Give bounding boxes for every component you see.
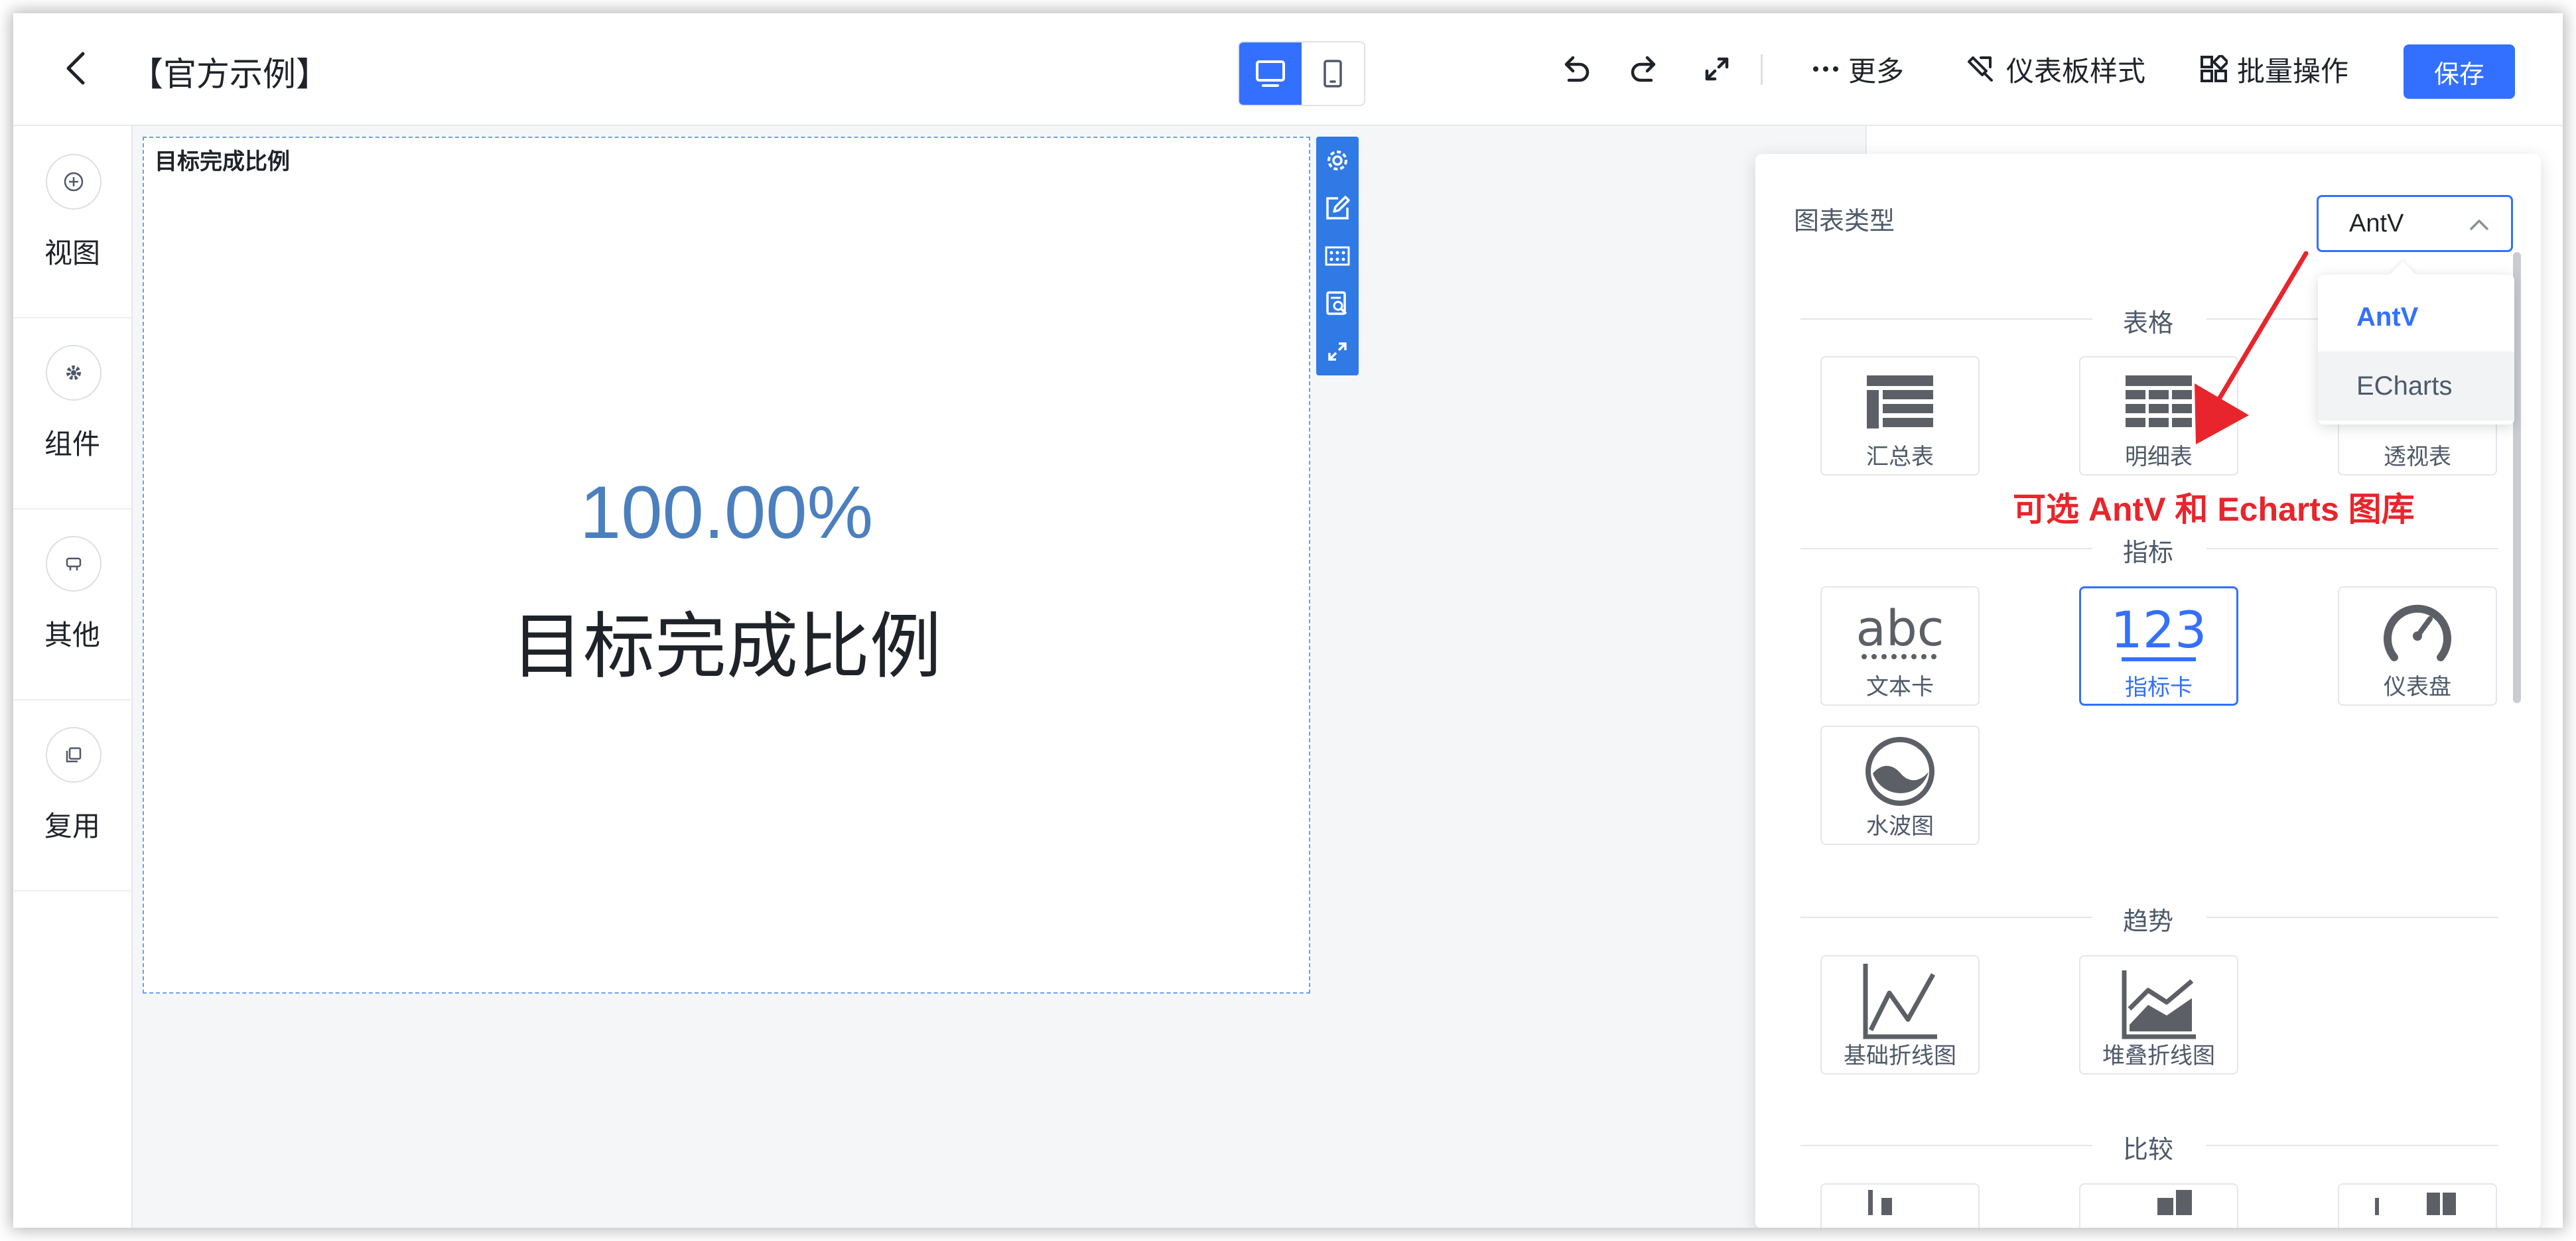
expand-icon [1705,57,1729,81]
annotation-arrow [2195,251,2309,444]
chart-type-compare-1[interactable] [1820,1183,1980,1228]
chart-library-value: AntV [2349,209,2404,237]
chevron-up-icon [2470,220,2488,230]
section-title-trend: 趋势 [2122,908,2173,936]
card-label: 水波图 [1866,814,1934,839]
section-title-compare: 比较 [2122,1136,2173,1164]
device-toggle [1238,41,1365,106]
left-sidebar: 视图 组件 其他 复用 [13,126,133,1228]
chart-type-summary-table[interactable]: 汇总表 [1820,356,1980,476]
edit-icon [1326,196,1350,220]
line-chart-icon [1822,964,1978,1039]
more-label: 更多 [1848,55,1905,87]
sidebar-item-label: 其他 [44,620,100,651]
card-label: 基础折线图 [1844,1043,1956,1069]
sidebar-item-reuse[interactable]: 复用 [13,699,131,891]
undo-button[interactable] [1554,48,1596,90]
chart-type-indicator-card[interactable]: 123 指标卡 [2079,586,2238,706]
bar-chart-icon [2157,1190,2192,1215]
card-label: 汇总表 [1866,444,1934,470]
grid-icon [2201,55,2228,82]
chart-type-text-card[interactable]: abc 文本卡 [1820,586,1980,706]
dashboard-title: 【官方示例】 [130,56,329,93]
dashboard-style-button[interactable]: 仪表板样式 [1966,45,2145,93]
desktop-view-button[interactable] [1239,42,1302,105]
back-button[interactable] [53,45,100,92]
card-label: 堆叠折线图 [2102,1043,2215,1069]
widget-preview-button[interactable] [1322,287,1353,321]
redo-icon [1631,56,1656,82]
sidebar-item-label: 复用 [44,811,100,842]
doc-search-icon [1326,291,1347,315]
gauge-icon [2339,596,2496,669]
chart-type-panel: 图表类型 AntV 表格 汇总表 明细表 透视表 指标 abc 文本卡 123 … [1755,154,2541,1228]
widget-toolbar [1316,137,1359,375]
widget-data-button[interactable] [1322,239,1353,273]
chart-type-gauge[interactable]: 仪表盘 [2338,586,2497,706]
mobile-view-button[interactable] [1302,42,1364,105]
chevron-left-icon [66,52,85,85]
abc-glyph: abc [1856,600,1944,657]
card-label: 指标卡 [2125,675,2193,700]
gear-icon [1327,151,1347,170]
table-dots-icon [1325,246,1350,266]
gear-icon [46,345,102,401]
sidebar-item-view[interactable]: 视图 [13,126,131,318]
add-view-icon [46,154,102,210]
sidebar-item-component[interactable]: 组件 [13,317,131,509]
widget-title: 目标完成比例 [155,149,290,174]
undo-icon [1564,56,1590,82]
indicator-card-icon: 123 [2081,596,2236,669]
header-divider [1761,54,1763,85]
monitor-icon [1256,60,1285,87]
bar-chart-icon [2375,1193,2456,1215]
widget-settings-button[interactable] [1322,143,1353,178]
batch-operation-label: 批量操作 [2237,55,2349,87]
card-label: 仪表盘 [2384,675,2451,700]
widget-expand-button[interactable] [1322,334,1353,369]
text-card-icon: abc [1822,596,1978,669]
chart-type-compare-2[interactable] [2079,1183,2238,1228]
plugin-icon [46,536,102,592]
summary-table-icon [1822,365,1978,438]
liquid-fill-icon [1822,735,1978,808]
chart-library-select[interactable]: AntV [2317,195,2513,252]
mobile-icon [1323,60,1342,88]
dashboard-style-label: 仪表板样式 [2006,55,2146,87]
sidebar-item-label: 组件 [44,428,100,460]
chart-type-stacked-line[interactable]: 堆叠折线图 [2079,955,2238,1075]
stacked-line-icon [2080,964,2237,1039]
brush-icon [1968,56,1993,82]
top-header: 【官方示例】 更多 仪表板样式 批量操作 保存 [13,13,2563,126]
save-button[interactable]: 保存 [2404,44,2515,99]
section-title-indicator: 指标 [2122,539,2173,567]
card-label: 透视表 [2384,444,2451,470]
redo-button[interactable] [1624,48,1666,90]
app-window: 【官方示例】 更多 仪表板样式 批量操作 保存 视图 组件 其他 复用 目标完成… [13,13,2563,1228]
card-label: 文本卡 [1866,675,1934,700]
bar-chart-icon [1868,1190,1892,1215]
sidebar-item-label: 视图 [44,237,100,269]
sidebar-item-other[interactable]: 其他 [13,508,131,700]
fullscreen-button[interactable] [1696,48,1738,90]
metric-name: 目标完成比例 [511,606,941,688]
copy-icon [46,727,102,783]
chart-type-label: 图表类型 [1794,208,1895,235]
num-glyph: 123 [2110,600,2207,659]
metric-value: 100.00% [579,471,874,554]
chart-type-compare-3[interactable] [2338,1183,2497,1228]
chart-type-liquid[interactable]: 水波图 [1820,726,1980,845]
chart-type-basic-line[interactable]: 基础折线图 [1820,955,1980,1075]
ellipsis-icon [1813,66,1838,72]
expand-icon [1328,342,1347,361]
widget-edit-button[interactable] [1322,191,1353,226]
metric-card-widget[interactable]: 目标完成比例 100.00% 目标完成比例 [143,137,1310,994]
annotation-text: 可选 AntV 和 Echarts 图库 [2013,491,2415,528]
batch-operation-button[interactable]: 批量操作 [2200,45,2348,93]
more-button[interactable]: 更多 [1812,45,1904,93]
